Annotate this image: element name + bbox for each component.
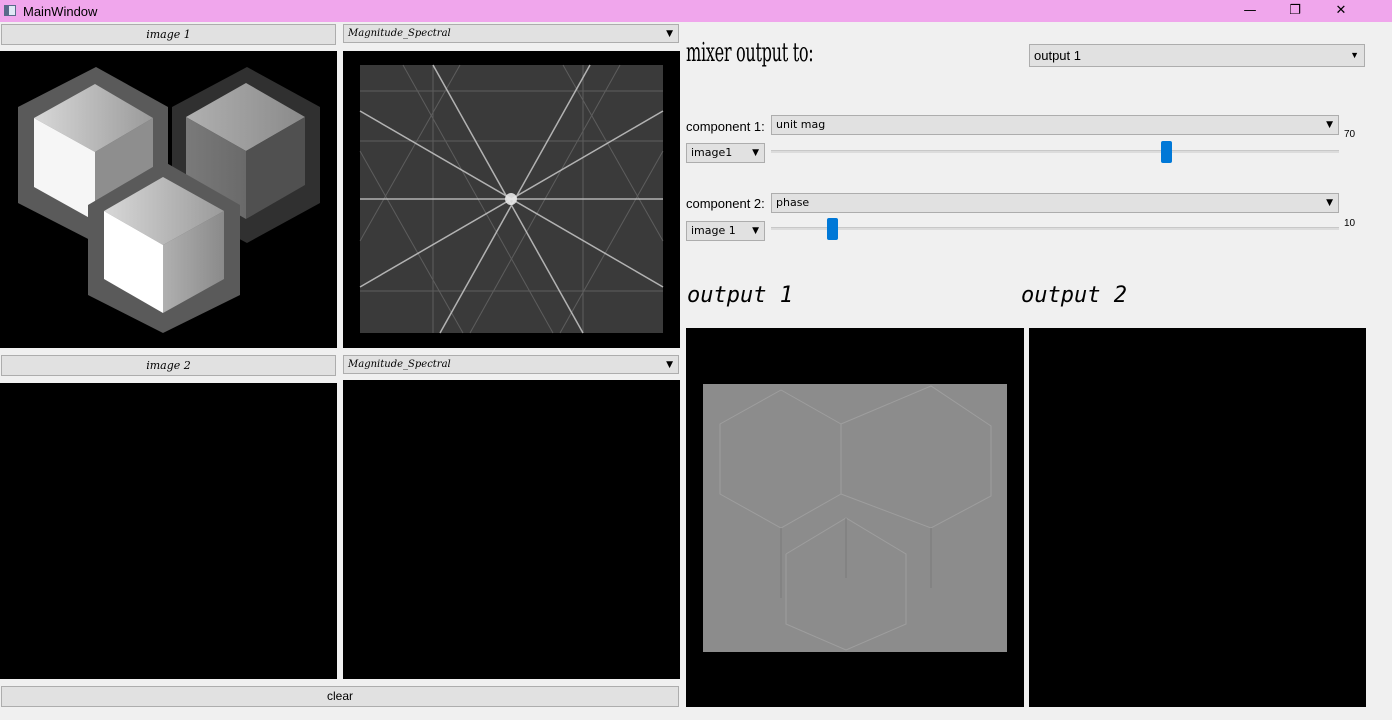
image2-view [0,383,337,679]
component1-image-value: image1 [691,146,733,159]
mixer-output-value: output 1 [1034,48,1081,63]
image1-button[interactable]: image 1 [1,24,336,45]
component2-label: component 2: [686,196,765,211]
cubes-image [18,67,320,333]
image2-component-select[interactable]: Magnitude_Spectral ▼ [343,355,679,374]
image1-view [0,51,337,348]
component1-label: component 1: [686,119,765,134]
image2-component-value: Magnitude_Spectral [348,359,451,370]
component2-type-select[interactable]: phase ▼ [771,193,1339,213]
dropdown-arrow-icon: ▼ [1350,50,1359,60]
image2-button[interactable]: image 2 [1,355,336,376]
output1-label: output 1 [687,283,793,308]
component1-slider[interactable] [771,140,1339,164]
app-icon [4,5,16,16]
close-button[interactable]: ✕ [1318,0,1364,22]
mixer-output-select[interactable]: output 1 ▼ [1029,44,1365,67]
minimize-button[interactable]: — [1227,0,1273,22]
image1-component-value: Magnitude_Spectral [348,28,451,39]
image1-component-select[interactable]: Magnitude_Spectral ▼ [343,24,679,43]
component2-image-value: image 1 [691,224,736,237]
dropdown-arrow-icon: ▼ [1326,198,1333,208]
component2-slider-value: 10 [1344,218,1356,229]
component2-type-value: phase [776,196,810,209]
component1-type-value: unit mag [776,118,826,131]
clear-button[interactable]: clear [1,686,679,707]
output2-view [1029,328,1366,707]
dropdown-arrow-icon: ▼ [752,148,759,158]
slider-track [771,227,1339,230]
component2-image-select[interactable]: image 1 ▼ [686,221,765,241]
mixer-heading: mixer output to: [686,38,814,68]
magnitude-spectrum-image [359,64,664,334]
component2-slider[interactable] [771,217,1339,241]
output2-label: output 2 [1021,283,1127,308]
dropdown-arrow-icon: ▼ [1326,120,1333,130]
image2-spectrum-view [343,380,680,679]
output1-view [686,328,1024,707]
component1-type-select[interactable]: unit mag ▼ [771,115,1339,135]
maximize-button[interactable]: ❐ [1272,0,1318,22]
image1-spectrum-view [343,51,680,348]
dropdown-arrow-icon: ▼ [666,360,673,370]
window-title: MainWindow [23,4,98,19]
component1-image-select[interactable]: image1 ▼ [686,143,765,163]
dropdown-arrow-icon: ▼ [666,29,673,39]
slider-track [771,150,1339,153]
component1-slider-value: 70 [1344,129,1356,140]
title-bar [0,0,1392,22]
slider-handle[interactable] [1161,141,1172,163]
output1-image [703,384,1007,652]
slider-handle[interactable] [827,218,838,240]
dropdown-arrow-icon: ▼ [752,226,759,236]
